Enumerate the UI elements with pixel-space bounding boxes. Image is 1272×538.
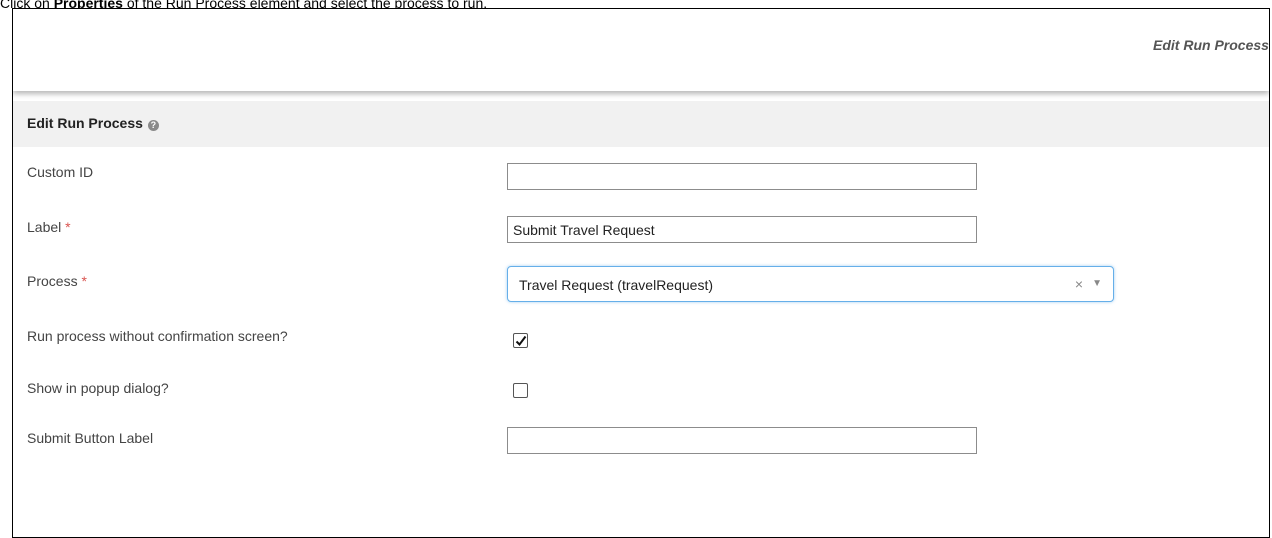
top-bar: Edit Run Process > <box>13 9 1269 91</box>
section-title: Edit Run Process? <box>27 115 159 131</box>
process-select[interactable]: Travel Request (travelRequest) × ▼ <box>507 266 1114 302</box>
section-title-text: Edit Run Process <box>27 115 143 131</box>
show-in-popup-label: Show in popup dialog? <box>27 380 169 396</box>
process-select-value: Travel Request (travelRequest) <box>519 277 714 293</box>
help-icon[interactable]: ? <box>147 120 159 131</box>
section-header: Edit Run Process? <box>13 101 1269 147</box>
required-marker: * <box>65 219 71 235</box>
label-input[interactable] <box>507 216 977 243</box>
checkmark-icon <box>515 335 527 347</box>
clear-icon[interactable]: × <box>1075 276 1083 292</box>
chevron-down-icon[interactable]: ▼ <box>1092 278 1102 289</box>
required-marker: * <box>81 273 87 289</box>
run-without-confirmation-label: Run process without confirmation screen? <box>27 328 288 344</box>
submit-button-label-input[interactable] <box>507 427 977 454</box>
process-field-label: Process * <box>27 273 87 289</box>
run-without-confirmation-checkbox[interactable] <box>513 333 528 348</box>
label-field-label: Label * <box>27 219 71 235</box>
properties-window: Edit Run Process > Edit Run Process? Cus… <box>12 8 1270 538</box>
custom-id-label: Custom ID <box>27 164 94 180</box>
label-text: Label <box>27 219 62 235</box>
process-label-text: Process <box>27 273 78 289</box>
custom-id-input[interactable] <box>507 163 977 190</box>
show-in-popup-checkbox[interactable] <box>513 383 528 398</box>
topbar-breadcrumb: Edit Run Process > <box>1153 37 1270 53</box>
submit-button-label-label: Submit Button Label <box>27 430 154 446</box>
